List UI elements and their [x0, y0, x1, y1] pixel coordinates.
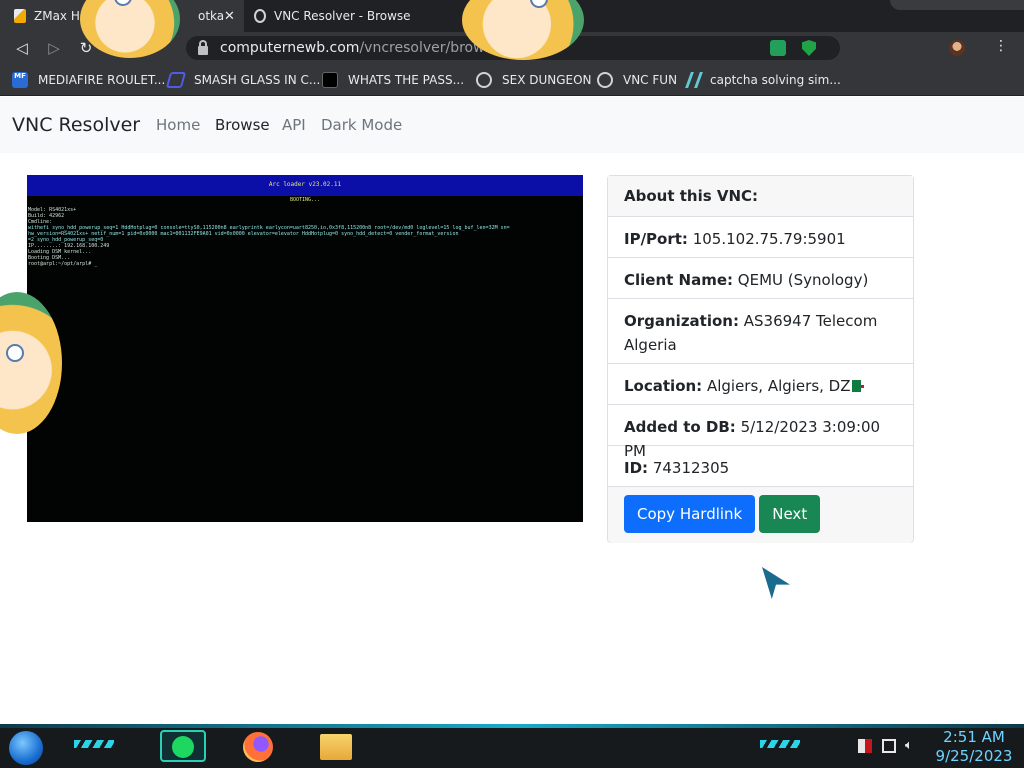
next-button[interactable]: Next	[759, 495, 821, 533]
zmax-favicon-icon	[14, 9, 26, 23]
bookmark-label: captcha solving sim...	[710, 73, 841, 87]
vnc-info-card: About this VNC: IP/Port: 105.102.75.79:5…	[607, 175, 914, 543]
vnc-favicon-icon	[254, 9, 266, 23]
action-center-flag-icon[interactable]	[858, 739, 872, 753]
id-value: 74312305	[652, 459, 730, 477]
bookmark-captcha[interactable]: captcha solving sim...	[685, 72, 841, 88]
nav-link-dark-mode[interactable]: Dark Mode	[321, 116, 402, 134]
bookmark-smash-glass[interactable]: SMASH GLASS IN C...	[165, 72, 321, 88]
nav-link-browse[interactable]: Browse	[215, 116, 270, 134]
url-host: computernewb.com	[220, 40, 360, 56]
forward-arrow-icon[interactable]: ▷	[44, 38, 64, 58]
taskbar-decoration	[760, 740, 800, 748]
volume-icon[interactable]: 🔈︎	[905, 739, 919, 753]
os-taskbar: 🔈︎ 2:51 AM 9/25/2023	[0, 724, 1024, 768]
system-clock[interactable]: 2:51 AM 9/25/2023	[928, 728, 1020, 766]
back-arrow-icon[interactable]: ◁	[12, 38, 32, 58]
bookmark-sex-dungeon[interactable]: SEX DUNGEON	[476, 72, 592, 88]
notes-app-icon[interactable]	[160, 730, 206, 762]
location-label: Location:	[624, 377, 703, 395]
sticker-eye-icon	[6, 344, 24, 362]
site-navbar: VNC Resolver Home Browse API Dark Mode	[0, 97, 1024, 153]
taskbar-decoration	[74, 740, 114, 748]
console-line: root@arpl:~/opt/arpl# _	[28, 261, 98, 267]
taskbar-glow	[0, 724, 1024, 728]
card-footer: Copy Hardlink Next	[608, 487, 913, 543]
site-brand[interactable]: VNC Resolver	[12, 114, 140, 136]
copy-hardlink-button[interactable]: Copy Hardlink	[624, 495, 756, 533]
flag-crescent-icon	[860, 385, 864, 388]
clock-date: 9/25/2023	[935, 747, 1013, 765]
org-label: Organization:	[624, 312, 739, 330]
close-tab-icon[interactable]: ✕	[224, 9, 235, 24]
captcha-icon	[685, 72, 703, 88]
bookmark-label: WHATS THE PASS...	[348, 73, 465, 87]
sticker-eye-icon	[530, 0, 548, 8]
client-label: Client Name:	[624, 271, 734, 289]
info-client-name: Client Name: QEMU (Synology)	[608, 258, 913, 299]
mouse-cursor-icon	[762, 567, 790, 599]
vnc-title-bar: Arc loader v23.02.11	[27, 175, 583, 196]
info-location: Location: Algiers, Algiers, DZ	[608, 364, 913, 405]
added-label: Added to DB:	[624, 418, 736, 436]
vnc-icon	[597, 72, 613, 88]
profile-avatar[interactable]	[949, 40, 965, 56]
vnc-screenshot: Arc loader v23.02.11 BOOTING... Model: R…	[27, 175, 583, 522]
nav-link-home[interactable]: Home	[156, 116, 200, 134]
file-explorer-icon[interactable]	[320, 734, 352, 760]
nav-link-api[interactable]: API	[282, 116, 306, 134]
info-organization: Organization: AS36947 Telecom Algeria	[608, 299, 913, 364]
bookmark-label: SMASH GLASS IN C...	[194, 73, 321, 87]
bookmark-label: SEX DUNGEON	[502, 73, 592, 87]
start-button-icon[interactable]	[9, 731, 43, 765]
info-ip-port: IP/Port: 105.102.75.79:5901	[608, 217, 913, 258]
menu-icon[interactable]: ⋮	[994, 38, 1008, 54]
info-id: ID: 74312305	[608, 446, 913, 487]
sticker-eye-icon	[114, 0, 132, 6]
lock-icon	[198, 39, 208, 55]
bookmark-label: MEDIAFIRE ROULET...	[38, 73, 166, 87]
bookmark-mediafire[interactable]: MF MEDIAFIRE ROULET...	[12, 72, 165, 88]
shield-extension-icon[interactable]	[802, 40, 816, 56]
algeria-flag-icon	[851, 380, 861, 392]
extension-icons	[770, 40, 816, 56]
ip-label: IP/Port:	[624, 230, 688, 248]
tab-title-fragment: otka	[198, 9, 225, 23]
client-value: QEMU (Synology)	[737, 271, 869, 289]
firefox-icon[interactable]	[243, 732, 273, 762]
network-icon[interactable]	[882, 739, 896, 753]
password-icon	[322, 72, 338, 88]
smash-icon	[165, 72, 187, 88]
clock-time: 2:51 AM	[943, 728, 1005, 746]
vnc-console-output: Model: RS4021xs+ Build: 42962 Cmdline: with…	[27, 203, 583, 267]
location-value: Algiers, Algiers, DZ	[706, 377, 851, 395]
bookmarks-bar: MF MEDIAFIRE ROULET... SMASH GLASS IN C.…	[0, 64, 1024, 96]
window-frame-decoration	[890, 0, 1024, 10]
bookmark-vnc-fun[interactable]: VNC FUN	[597, 72, 677, 88]
info-added-to-db: Added to DB: 5/12/2023 3:09:00 PM	[608, 405, 913, 460]
notes-extension-icon[interactable]	[770, 40, 786, 56]
tab-vnc-resolver[interactable]: VNC Resolver - Browse	[246, 0, 476, 32]
tab-title: VNC Resolver - Browse	[274, 9, 411, 23]
ip-value: 105.102.75.79:5901	[692, 230, 846, 248]
id-label: ID:	[624, 459, 649, 477]
bookmark-label: VNC FUN	[623, 73, 678, 87]
bookmark-whats-the-pass[interactable]: WHATS THE PASS...	[322, 72, 464, 88]
card-header: About this VNC:	[608, 176, 913, 217]
vnc-icon	[476, 72, 492, 88]
mediafire-icon: MF	[12, 72, 28, 88]
